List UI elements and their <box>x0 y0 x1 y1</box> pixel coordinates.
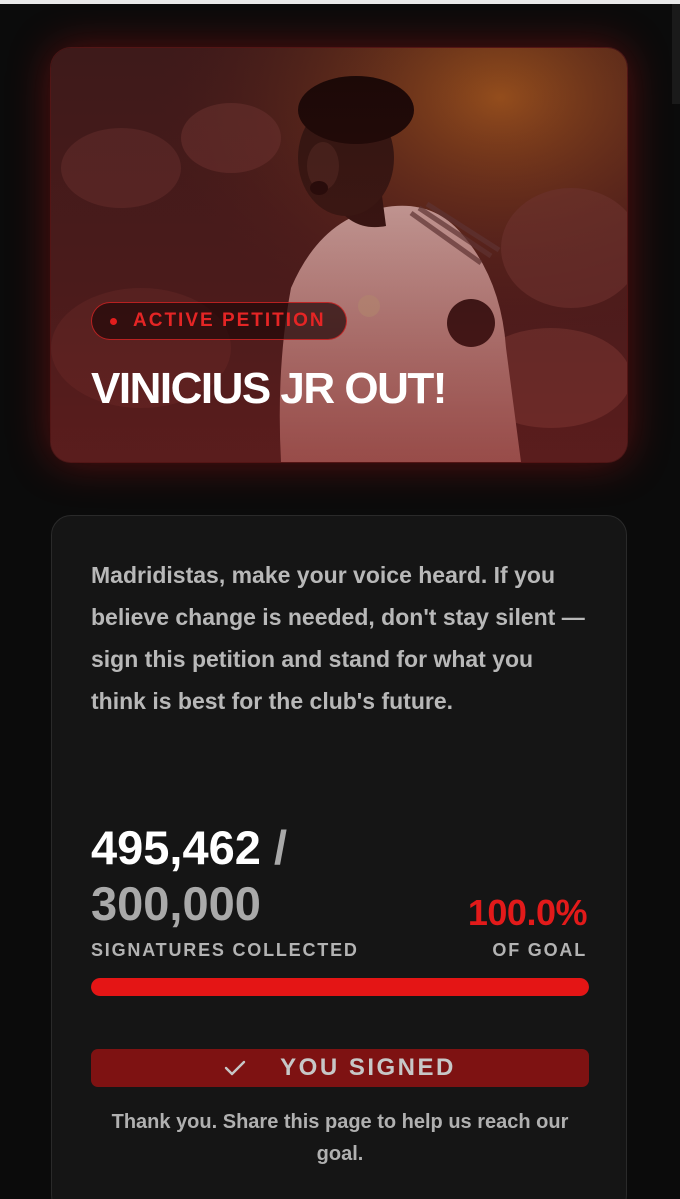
checkmark-icon <box>224 1060 246 1076</box>
scroll-edge <box>672 4 680 104</box>
signature-goal: 300,000 <box>91 877 261 930</box>
status-badge: ACTIVE PETITION <box>91 302 347 340</box>
petition-title: VINICIUS JR OUT! <box>91 364 447 413</box>
live-dot-icon <box>110 317 117 325</box>
signature-count-line: 495,462 / <box>91 820 287 876</box>
progress-bar-fill <box>91 978 589 996</box>
petition-description: Madridistas, make your voice heard. If y… <box>91 562 585 714</box>
petition-card: Madridistas, make your voice heard. If y… <box>51 515 627 1199</box>
signed-button-label: YOU SIGNED <box>280 1054 456 1081</box>
progress-bar <box>91 978 589 996</box>
goal-percent-caption: OF GOAL <box>492 940 587 960</box>
signed-button[interactable]: YOU SIGNED <box>91 1049 589 1087</box>
signature-count: 495,462 <box>91 821 261 874</box>
signatures-caption: SIGNATURES COLLECTED <box>91 940 359 960</box>
status-badge-label: ACTIVE PETITION <box>133 310 326 331</box>
hero-card: ACTIVE PETITION VINICIUS JR OUT! <box>51 48 627 462</box>
thank-you-message: Thank you. Share this page to help us re… <box>111 1111 569 1165</box>
top-edge <box>0 0 680 4</box>
count-separator: / <box>273 821 288 874</box>
goal-percent: 100.0% <box>467 892 588 933</box>
